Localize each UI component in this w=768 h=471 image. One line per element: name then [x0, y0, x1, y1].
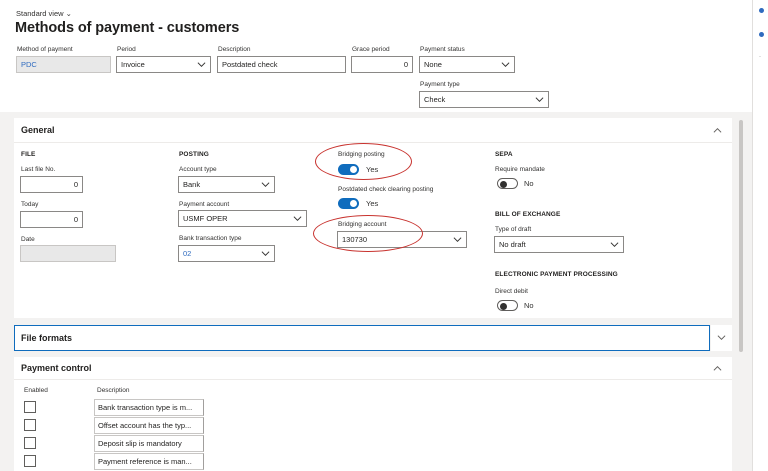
chevron-up-icon[interactable] [713, 126, 722, 137]
last-file-field[interactable]: 0 [20, 176, 83, 193]
bank-transaction-type-select[interactable]: 02 [178, 245, 275, 262]
date-label: Date [21, 236, 35, 243]
toggle-knob [500, 180, 507, 188]
period-select[interactable]: Invoice [116, 56, 211, 73]
account-type-label: Account type [179, 166, 217, 173]
bill-of-exchange-heading: BILL OF EXCHANGE [495, 211, 561, 218]
account-type-select[interactable]: Bank [178, 176, 275, 193]
type-of-draft-label: Type of draft [495, 226, 532, 233]
epp-heading: ELECTRONIC PAYMENT PROCESSING [495, 271, 618, 278]
payment-type-label: Payment type [420, 81, 460, 88]
chevron-down-icon [610, 240, 619, 249]
divider [14, 379, 732, 380]
today-label: Today [21, 201, 39, 208]
period-label: Period [117, 46, 136, 53]
enabled-checkbox[interactable] [24, 401, 36, 413]
chevron-down-icon [261, 249, 270, 258]
enabled-checkbox[interactable] [24, 455, 36, 467]
enabled-checkbox[interactable] [24, 419, 36, 431]
pdc-clearing-toggle[interactable] [338, 198, 359, 209]
posting-heading: POSTING [179, 151, 209, 158]
chevron-down-icon [261, 180, 270, 189]
direct-debit-toggle[interactable] [497, 300, 518, 311]
last-file-label: Last file No. [21, 166, 56, 173]
highlight-circle [313, 215, 423, 252]
table-row[interactable]: Deposit slip is mandatory [20, 435, 204, 452]
chevron-down-icon [197, 60, 206, 69]
chevron-down-icon [453, 235, 462, 244]
grace-period-label: Grace period [352, 46, 390, 53]
direct-debit-label: Direct debit [495, 288, 528, 295]
rail-marker: · [759, 54, 761, 60]
method-of-payment-field[interactable]: PDC [16, 56, 111, 73]
right-rail: · [752, 0, 768, 471]
highlight-circle [315, 143, 412, 180]
require-mandate-toggle[interactable] [497, 178, 518, 189]
enabled-checkbox[interactable] [24, 437, 36, 449]
description-cell[interactable]: Bank transaction type is m... [94, 399, 204, 416]
direct-debit-state: No [524, 301, 534, 310]
payment-status-select[interactable]: None [419, 56, 515, 73]
chevron-down-icon: ⌄ [65, 9, 72, 18]
payment-control-header[interactable]: Payment control [21, 363, 92, 373]
chevron-down-icon [501, 60, 510, 69]
description-field[interactable]: Postdated check [217, 56, 346, 73]
scrollbar[interactable] [739, 120, 743, 352]
column-header-enabled[interactable]: Enabled [24, 387, 48, 394]
today-field[interactable]: 0 [20, 211, 83, 228]
chevron-down-icon [293, 214, 302, 223]
rail-indicator [759, 32, 764, 37]
date-field[interactable] [20, 245, 116, 262]
description-cell[interactable]: Offset account has the typ... [94, 417, 204, 434]
chevron-up-icon[interactable] [713, 364, 722, 375]
type-of-draft-select[interactable]: No draft [494, 236, 624, 253]
file-heading: FILE [21, 151, 36, 158]
sepa-heading: SEPA [495, 151, 513, 158]
table-row[interactable]: Payment reference is man... [20, 453, 204, 470]
method-label: Method of payment [17, 46, 73, 53]
file-formats-section[interactable]: File formats [14, 325, 710, 351]
column-header-description[interactable]: Description [97, 387, 130, 394]
page-header: Standard view ⌄ Methods of payment - cus… [0, 0, 752, 112]
payment-account-label: Payment account [179, 201, 230, 208]
pdc-clearing-label: Postdated check clearing posting [338, 186, 434, 193]
chevron-down-icon [535, 95, 544, 104]
require-mandate-label: Require mandate [495, 166, 545, 173]
description-cell[interactable]: Deposit slip is mandatory [94, 435, 204, 452]
rail-indicator [759, 8, 764, 13]
payment-status-label: Payment status [420, 46, 465, 53]
general-header[interactable]: General [21, 125, 55, 135]
pdc-clearing-state: Yes [366, 199, 379, 208]
toggle-knob [500, 302, 507, 310]
description-cell[interactable]: Payment reference is man... [94, 453, 204, 470]
bank-transaction-type-label: Bank transaction type [179, 235, 242, 242]
file-formats-toggle-area[interactable] [711, 325, 732, 351]
toggle-knob [350, 200, 357, 207]
payment-account-select[interactable]: USMF OPER [178, 210, 307, 227]
require-mandate-state: No [524, 179, 534, 188]
chevron-down-icon[interactable] [717, 333, 726, 344]
file-formats-header[interactable]: File formats [21, 333, 72, 343]
table-row[interactable]: Bank transaction type is m... [20, 399, 204, 416]
view-selector[interactable]: Standard view ⌄ [16, 9, 72, 18]
description-label: Description [218, 46, 251, 53]
payment-type-select[interactable]: Check [419, 91, 549, 108]
page-title: Methods of payment - customers [15, 20, 240, 36]
grace-period-field[interactable]: 0 [351, 56, 413, 73]
table-row[interactable]: Offset account has the typ... [20, 417, 204, 434]
